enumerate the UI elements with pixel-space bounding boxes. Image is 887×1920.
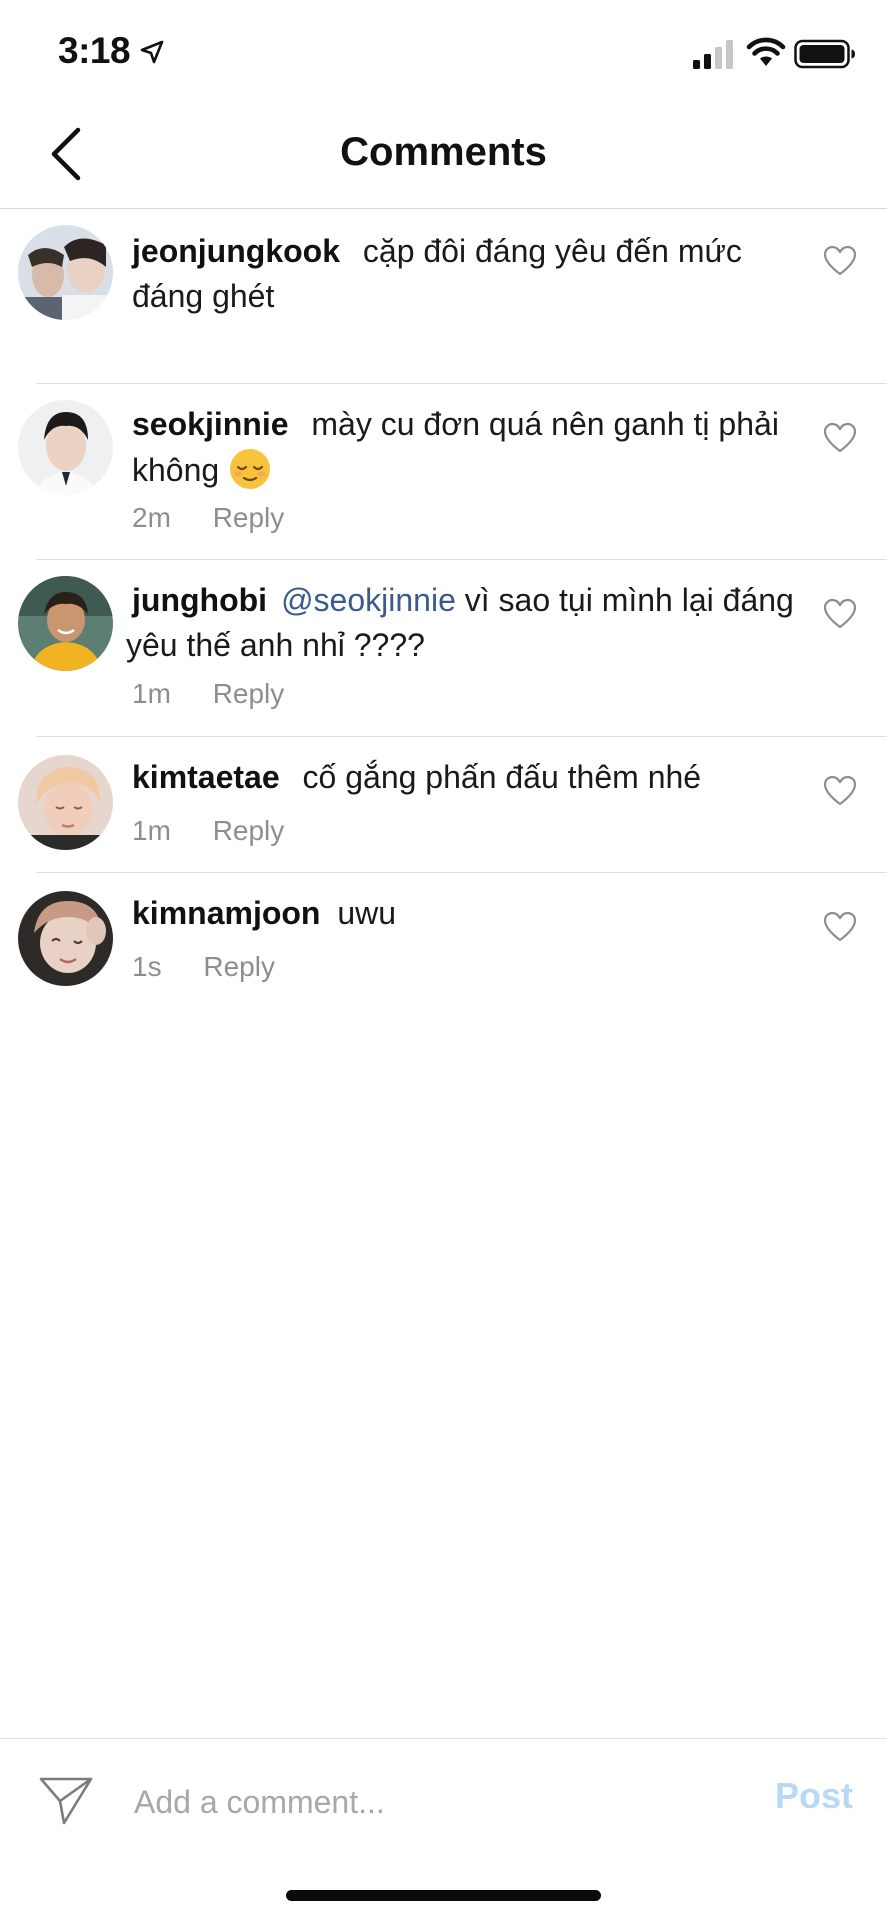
heart-icon[interactable] bbox=[823, 598, 857, 630]
status-bar: 3:18 bbox=[0, 0, 887, 100]
comment-item: kimnamjoon uwu 1s Reply bbox=[18, 873, 887, 1008]
comment-time: 1m bbox=[132, 815, 171, 846]
comment-username[interactable]: junghobi bbox=[132, 582, 267, 618]
comment-input[interactable] bbox=[134, 1779, 614, 1825]
home-indicator[interactable] bbox=[286, 1890, 601, 1901]
comment-text: kimnamjoon uwu bbox=[132, 891, 797, 936]
comment-list: jeonjungkook cặp đôi đáng yêu đến mức đá… bbox=[0, 209, 887, 1008]
comment-username[interactable]: jeonjungkook bbox=[132, 233, 340, 269]
comment-meta: 1m Reply bbox=[132, 678, 284, 710]
send-direct-icon[interactable] bbox=[38, 1775, 94, 1827]
status-time: 3:18 bbox=[58, 30, 131, 71]
header: Comments bbox=[0, 100, 887, 209]
comment-meta: 1m Reply bbox=[132, 815, 284, 847]
reply-button[interactable]: Reply bbox=[213, 502, 285, 534]
comment-meta: 2m Reply bbox=[132, 502, 284, 534]
comment-time: 2m bbox=[132, 502, 171, 533]
comment-text: kimtaetae cố gắng phấn đấu thêm nhé bbox=[132, 755, 797, 800]
comment-text: jeonjungkook cặp đôi đáng yêu đến mức đá… bbox=[132, 229, 797, 319]
comment-text: seokjinnie mày cu đơn quá nên ganh tị ph… bbox=[132, 402, 797, 493]
comment-meta: 1s Reply bbox=[132, 951, 275, 983]
avatar[interactable] bbox=[18, 576, 113, 671]
reply-button[interactable]: Reply bbox=[213, 678, 285, 710]
heart-icon[interactable] bbox=[823, 245, 857, 277]
reply-button[interactable]: Reply bbox=[203, 951, 275, 983]
wifi-icon bbox=[746, 37, 786, 66]
comment-item: kimtaetae cố gắng phấn đấu thêm nhé 1m R… bbox=[18, 737, 887, 873]
comment-username[interactable]: seokjinnie bbox=[132, 406, 289, 442]
post-button[interactable]: Post bbox=[775, 1775, 853, 1817]
comment-item: seokjinnie mày cu đơn quá nên ganh tị ph… bbox=[18, 384, 887, 560]
avatar[interactable] bbox=[18, 891, 113, 986]
comment-item: junghobi @seokjinnie vì sao tụi mình lại … bbox=[18, 560, 887, 737]
comment-mention[interactable]: @seokjinnie bbox=[281, 582, 456, 618]
comment-item: jeonjungkook cặp đôi đáng yêu đến mức đá… bbox=[18, 209, 887, 384]
comment-username[interactable]: kimtaetae bbox=[132, 759, 280, 795]
comment-message: cố gắng phấn đấu thêm nhé bbox=[302, 759, 702, 795]
heart-icon[interactable] bbox=[823, 911, 857, 943]
comment-time: 1s bbox=[132, 951, 162, 982]
avatar[interactable] bbox=[18, 755, 113, 850]
cellular-signal-icon bbox=[693, 40, 733, 69]
comment-composer: Post bbox=[0, 1738, 887, 1859]
heart-icon[interactable] bbox=[823, 422, 857, 454]
relieved-face-emoji bbox=[230, 449, 271, 489]
comment-username[interactable]: kimnamjoon bbox=[132, 895, 320, 931]
avatar[interactable] bbox=[18, 400, 113, 495]
reply-button[interactable]: Reply bbox=[213, 815, 285, 847]
avatar[interactable] bbox=[18, 225, 113, 320]
heart-icon[interactable] bbox=[823, 775, 857, 807]
comment-time: 1m bbox=[132, 678, 171, 709]
battery-icon bbox=[794, 39, 855, 69]
comment-text: junghobi @seokjinnie vì sao tụi mình lại … bbox=[126, 578, 797, 668]
comment-message: uwu bbox=[337, 895, 397, 931]
location-arrow-icon bbox=[140, 40, 164, 64]
page-title: Comments bbox=[340, 130, 547, 174]
